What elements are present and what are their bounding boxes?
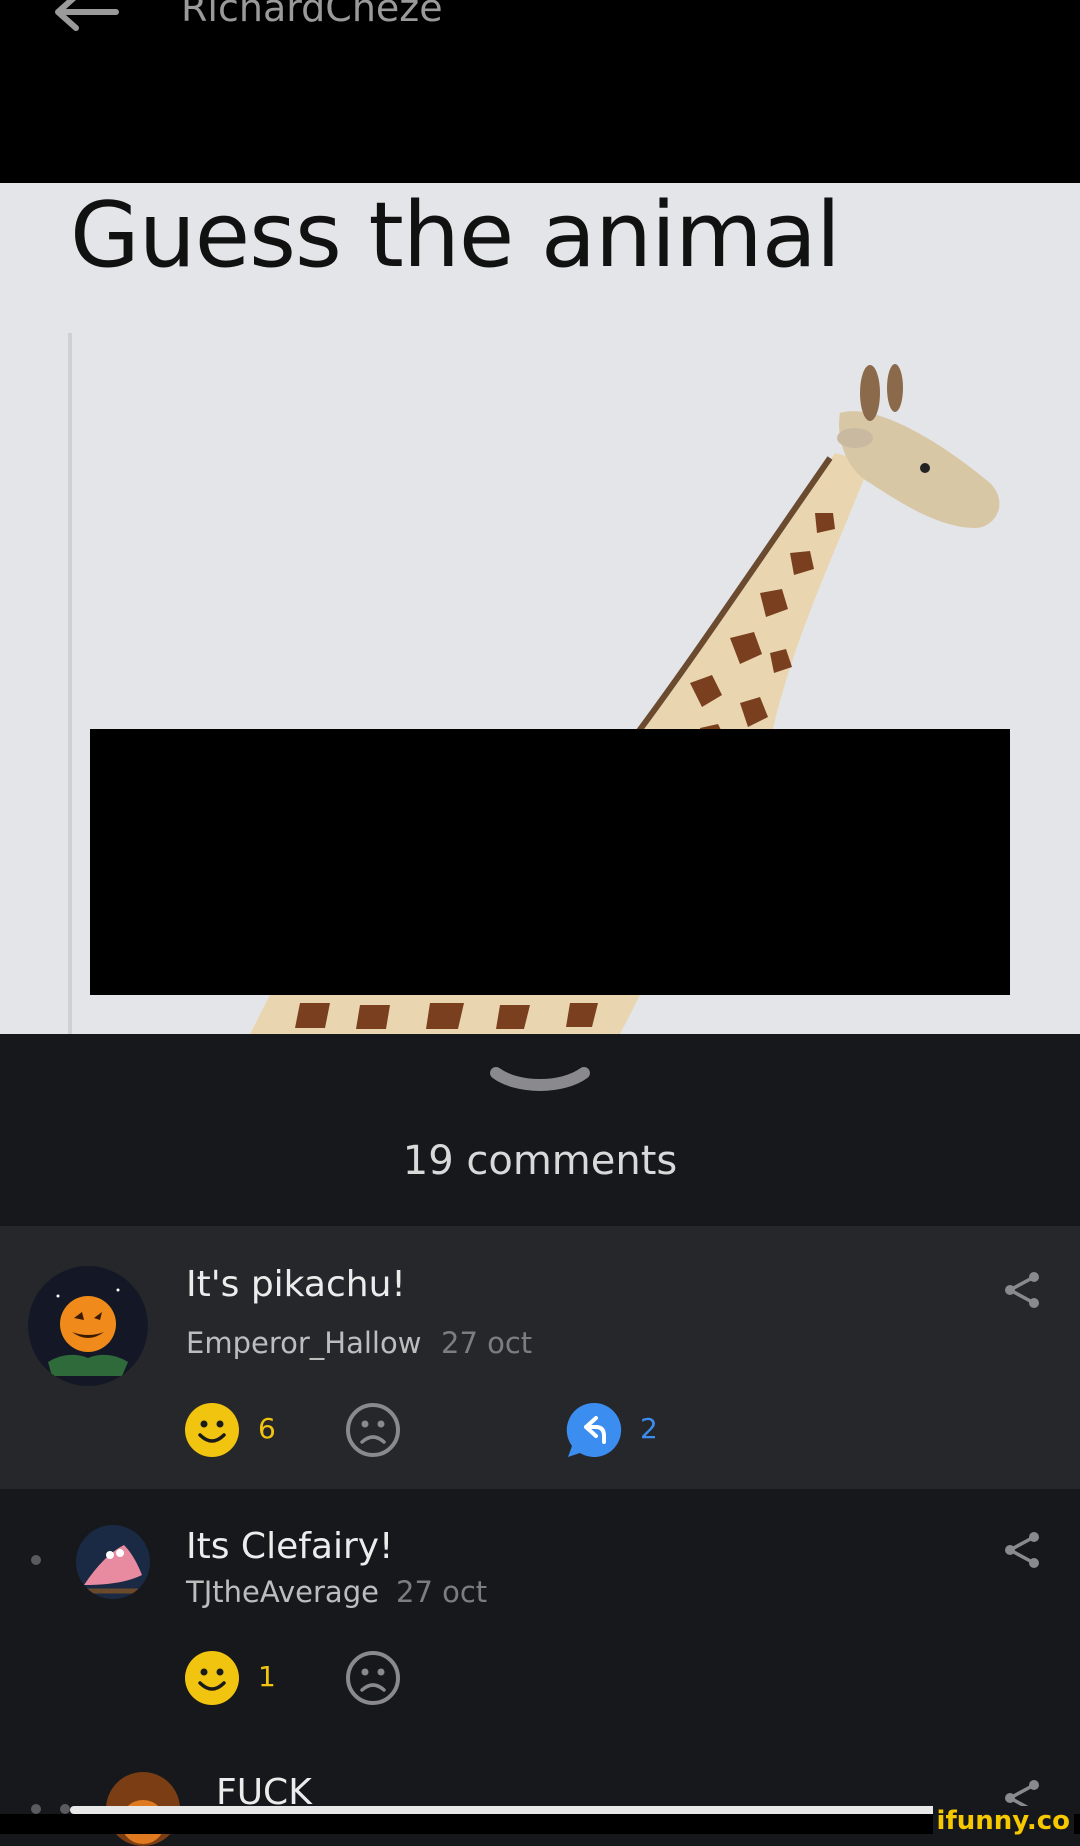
reply-count[interactable]: 2: [640, 1412, 658, 1445]
smile-count: 1: [258, 1660, 276, 1693]
comment-date: 27 oct: [396, 1575, 488, 1609]
thread-indicator: [60, 1804, 70, 1814]
smile-count: 6: [258, 1412, 276, 1445]
comment-text: Its Clefairy!: [186, 1526, 394, 1567]
post-image[interactable]: Guess the animal: [0, 183, 1080, 1034]
comment-username[interactable]: TJtheAverage: [186, 1575, 379, 1609]
patrick-avatar-icon: [84, 1545, 142, 1594]
comment-date: 27 oct: [441, 1326, 533, 1360]
comment-item: It's pikachu! Emperor_Hallow 27 oct 6 2: [0, 1226, 1080, 1489]
ifunny-watermark: ifunny.co: [932, 1806, 1074, 1836]
share-icon[interactable]: [1002, 1270, 1042, 1310]
smile-icon[interactable]: [184, 1402, 240, 1458]
avatar[interactable]: [76, 1525, 150, 1599]
post-author-title[interactable]: RichardCheze: [181, 0, 443, 30]
comments-count: 19 comments: [402, 1138, 678, 1184]
avatar[interactable]: [28, 1266, 148, 1386]
thread-indicator: [31, 1555, 41, 1565]
unsmile-icon[interactable]: [345, 1650, 401, 1706]
reply-icon[interactable]: [566, 1402, 622, 1458]
thread-indicator: [31, 1804, 41, 1814]
share-icon[interactable]: [1002, 1530, 1042, 1570]
home-indicator: [70, 1806, 1020, 1814]
censor-bar: [90, 729, 1010, 995]
pumpkin-avatar-icon: [48, 1288, 128, 1376]
comment-username[interactable]: Emperor_Hallow: [186, 1326, 421, 1360]
collapse-chevron-icon[interactable]: [488, 1065, 592, 1101]
unsmile-icon[interactable]: [345, 1402, 401, 1458]
back-arrow-icon[interactable]: [50, 0, 120, 36]
smile-icon[interactable]: [184, 1650, 240, 1706]
comment-text: It's pikachu!: [186, 1264, 406, 1305]
bottom-strip: [0, 1814, 1080, 1834]
top-bar: RichardCheze: [0, 0, 1080, 183]
